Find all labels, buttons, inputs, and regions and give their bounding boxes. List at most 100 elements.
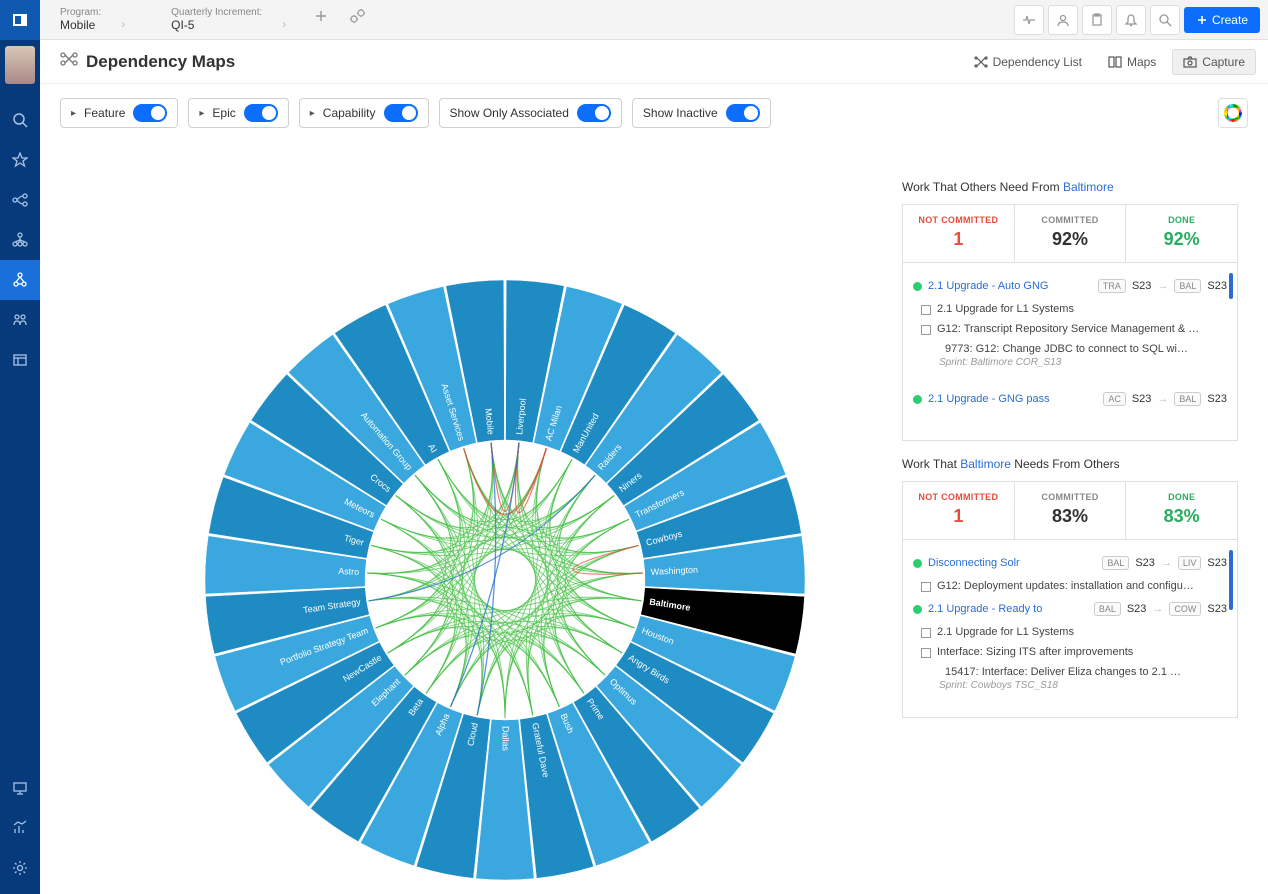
chevron-right-icon: ›: [282, 17, 286, 31]
panel1-items: 2.1 Upgrade - Auto GNG TRA S23 → BAL S23…: [902, 263, 1238, 441]
bell-icon[interactable]: [1116, 5, 1146, 35]
filter-epic[interactable]: ▸Epic: [188, 98, 288, 128]
stat-committed[interactable]: COMMITTED83%: [1015, 482, 1127, 539]
grandchild-item[interactable]: 9773: G12: Change JDBC to connect to SQL…: [911, 339, 1229, 357]
page-title: Dependency Maps: [86, 52, 235, 72]
clipboard-icon[interactable]: [1082, 5, 1112, 35]
filter-bar: ▸Feature ▸Epic ▸Capability Show Only Ass…: [60, 98, 771, 128]
search-icon[interactable]: [1150, 5, 1180, 35]
status-dot-icon: [913, 605, 922, 614]
team-badge: BAL: [1174, 392, 1201, 406]
dependency-map-icon: [60, 52, 78, 71]
caret-icon: ▸: [199, 108, 204, 119]
color-legend-button[interactable]: [1218, 98, 1248, 128]
team-badge: TRA: [1098, 279, 1126, 293]
child-item[interactable]: 2.1 Upgrade for L1 Systems: [911, 622, 1229, 642]
chevron-right-icon: ›: [121, 17, 125, 31]
dependency-list-link[interactable]: Dependency List: [964, 49, 1092, 75]
create-button[interactable]: Create: [1184, 7, 1260, 33]
team-badge: LIV: [1178, 556, 1202, 570]
filter-show-inactive[interactable]: Show Inactive: [632, 98, 771, 128]
panel2-team-link[interactable]: Baltimore: [960, 457, 1011, 471]
stat-not-committed[interactable]: NOT COMMITTED1: [903, 205, 1015, 262]
nav-dependency-icon[interactable]: [0, 260, 40, 300]
feature-icon: [921, 582, 931, 592]
grandchild-item[interactable]: 15417: Interface: Deliver Eliza changes …: [911, 662, 1229, 680]
capture-button[interactable]: Capture: [1172, 49, 1256, 75]
nav-analytics-icon[interactable]: [0, 808, 40, 848]
epic-toggle[interactable]: [244, 104, 278, 122]
capability-toggle[interactable]: [384, 104, 418, 122]
feature-icon: [921, 628, 931, 638]
team-badge: COW: [1169, 602, 1201, 616]
feature-icon: [921, 325, 931, 335]
stat-committed[interactable]: COMMITTED92%: [1015, 205, 1127, 262]
user-avatar[interactable]: [0, 40, 40, 90]
arrow-right-icon: →: [1161, 557, 1172, 569]
svg-text:Dallas: Dallas: [501, 726, 511, 752]
work-item[interactable]: Disconnecting Solr BAL S23 → LIV S23: [911, 550, 1229, 576]
right-panel: Work That Others Need From Baltimore NOT…: [902, 180, 1238, 718]
arrow-right-icon: →: [1157, 393, 1168, 405]
stat-not-committed[interactable]: NOT COMMITTED1: [903, 482, 1015, 539]
nav-settings-icon[interactable]: [0, 848, 40, 888]
child-item[interactable]: 2.1 Upgrade for L1 Systems: [911, 299, 1229, 319]
filter-feature[interactable]: ▸Feature: [60, 98, 178, 128]
status-dot-icon: [913, 282, 922, 291]
maps-icon: [1108, 56, 1122, 68]
caret-icon: ▸: [310, 108, 315, 119]
feature-icon: [921, 648, 931, 658]
nav-people-icon[interactable]: [0, 300, 40, 340]
app-logo[interactable]: [0, 0, 40, 40]
inactive-toggle[interactable]: [726, 104, 760, 122]
scrollbar-thumb[interactable]: [1229, 550, 1233, 610]
associated-toggle[interactable]: [577, 104, 611, 122]
plus-icon: [1196, 14, 1208, 26]
scrollbar-thumb[interactable]: [1229, 273, 1233, 299]
panel1-team-link[interactable]: Baltimore: [1063, 180, 1114, 194]
camera-icon: [1183, 56, 1197, 68]
feature-icon: [921, 305, 931, 315]
left-sidebar: [0, 0, 40, 894]
team-badge: BAL: [1174, 279, 1201, 293]
filter-show-only-associated[interactable]: Show Only Associated: [439, 98, 622, 128]
nav-flow-icon[interactable]: [0, 180, 40, 220]
gears-icon[interactable]: [348, 7, 368, 32]
stat-done[interactable]: DONE92%: [1126, 205, 1237, 262]
team-badge: BAL: [1102, 556, 1129, 570]
child-item[interactable]: Interface: Sizing ITS after improvements: [911, 642, 1229, 662]
work-item[interactable]: 2.1 Upgrade - Auto GNG TRA S23 → BAL S23: [911, 273, 1229, 299]
panel1-stats: NOT COMMITTED1 COMMITTED92% DONE92%: [902, 204, 1238, 263]
work-item[interactable]: 2.1 Upgrade - Ready to BAL S23 → COW S23: [911, 596, 1229, 622]
breadcrumb-increment[interactable]: Quarterly Increment: QI-5 ›: [151, 3, 282, 36]
stat-done[interactable]: DONE83%: [1126, 482, 1237, 539]
work-item[interactable]: 2.1 Upgrade - GNG pass AC S23 → BAL S23: [911, 386, 1229, 412]
child-item[interactable]: G12: Deployment updates: installation an…: [911, 576, 1229, 596]
child-item[interactable]: G12: Transcript Repository Service Manag…: [911, 319, 1229, 339]
team-badge: AC: [1103, 392, 1126, 406]
user-icon[interactable]: [1048, 5, 1078, 35]
nav-star-icon[interactable]: [0, 140, 40, 180]
nav-present-icon[interactable]: [0, 768, 40, 808]
arrow-right-icon: →: [1152, 603, 1163, 615]
feature-toggle[interactable]: [133, 104, 167, 122]
nav-tree-icon[interactable]: [0, 220, 40, 260]
sprint-note: Sprint: Cowboys TSC_S18: [911, 680, 1229, 699]
dependency-chord-chart[interactable]: LiverpoolAC MilanManUnitedRaidersNinersT…: [40, 140, 880, 894]
nav-search-icon[interactable]: [0, 100, 40, 140]
breadcrumb-program[interactable]: Program: Mobile ›: [40, 3, 121, 36]
sprint-note: Sprint: Baltimore COR_S13: [911, 357, 1229, 376]
panel2-items: Disconnecting Solr BAL S23 → LIV S23 G12…: [902, 540, 1238, 718]
maps-link[interactable]: Maps: [1098, 49, 1166, 75]
team-badge: BAL: [1094, 602, 1121, 616]
page-header: Dependency Maps Dependency List Maps Cap…: [40, 40, 1268, 84]
panel2-stats: NOT COMMITTED1 COMMITTED83% DONE83%: [902, 481, 1238, 540]
filter-capability[interactable]: ▸Capability: [299, 98, 429, 128]
pulse-icon[interactable]: [1014, 5, 1044, 35]
svg-text:Astro: Astro: [338, 566, 359, 577]
nav-board-icon[interactable]: [0, 340, 40, 380]
add-icon[interactable]: [312, 7, 330, 32]
panel2-title: Work That Baltimore Needs From Others: [902, 457, 1238, 471]
list-icon: [974, 56, 988, 68]
caret-icon: ▸: [71, 108, 76, 119]
